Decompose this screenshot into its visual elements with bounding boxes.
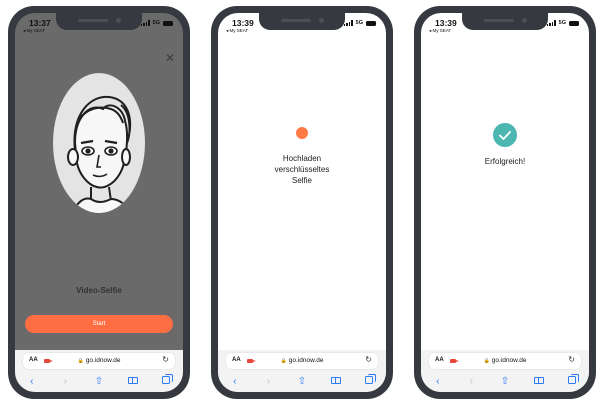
reload-icon[interactable]: ↻	[365, 355, 372, 364]
bookmarks-icon[interactable]	[126, 375, 140, 389]
battery-icon	[366, 20, 376, 26]
browser-toolbar: ‹ › ⇧	[421, 374, 589, 390]
notch	[259, 13, 345, 30]
notch	[56, 13, 142, 30]
face-illustration-icon	[67, 95, 132, 213]
status-right: 5G	[546, 20, 579, 26]
url-label: go.idnow.de	[288, 357, 324, 364]
phone-uploading: 13:39 ◂ My SEAT 5G Hochladen verschlüsse…	[211, 6, 393, 399]
phone-video-selfie: 13:37 ◂ My SEAT 5G ✕ Video-Selfie Start …	[8, 6, 190, 399]
network-label: 5G	[355, 20, 363, 26]
face-oval	[53, 73, 145, 213]
url-label: go.idnow.de	[85, 357, 121, 364]
upload-message: Hochladen verschlüsseltes Selfie	[274, 154, 330, 185]
bookmarks-icon[interactable]	[532, 375, 546, 389]
lock-icon: 🔒	[483, 358, 490, 364]
lock-icon: 🔒	[77, 358, 84, 364]
page-title: Video-Selfie	[76, 286, 122, 295]
network-label: 5G	[558, 20, 566, 26]
tabs-icon[interactable]	[159, 374, 174, 389]
screen: 13:39 ◂ My SEAT 5G Erfolgreich! AA 🔒 go.i…	[421, 13, 589, 392]
reload-icon[interactable]: ↻	[162, 355, 169, 364]
signal-icon	[546, 20, 556, 26]
browser-toolbar: ‹ › ⇧	[15, 374, 183, 390]
url-text: 🔒 go.idnow.de	[226, 357, 378, 364]
forward-icon[interactable]: ›	[58, 375, 72, 389]
status-time: 13:39	[232, 18, 254, 28]
tabs-icon[interactable]	[565, 374, 580, 389]
status-time: 13:37	[29, 18, 51, 28]
browser-toolbar: ‹ › ⇧	[218, 374, 386, 390]
status-time: 13:39	[435, 18, 457, 28]
battery-icon	[569, 20, 579, 26]
status-carrier: ◂ My SEAT	[23, 28, 46, 33]
status-carrier: ◂ My SEAT	[429, 28, 452, 33]
browser-bar: AA 🔒 go.idnow.de ↻ ‹ › ⇧	[421, 350, 589, 392]
success-message: Erfolgreich!	[484, 157, 526, 166]
lock-icon: 🔒	[280, 358, 287, 364]
signal-icon	[343, 20, 353, 26]
checkmark-icon	[493, 123, 517, 147]
notch	[462, 13, 548, 30]
back-icon[interactable]: ‹	[228, 375, 242, 389]
reload-icon[interactable]: ↻	[568, 355, 575, 364]
close-icon[interactable]: ✕	[165, 51, 175, 65]
share-icon[interactable]: ⇧	[92, 375, 106, 389]
loading-indicator-icon	[296, 127, 308, 139]
status-right: 5G	[140, 20, 173, 26]
screen: 13:39 ◂ My SEAT 5G Hochladen verschlüsse…	[218, 13, 386, 392]
signal-icon	[140, 20, 150, 26]
forward-icon[interactable]: ›	[464, 375, 478, 389]
tabs-icon[interactable]	[362, 374, 377, 389]
forward-icon[interactable]: ›	[261, 375, 275, 389]
phone-success: 13:39 ◂ My SEAT 5G Erfolgreich! AA 🔒 go.i…	[414, 6, 596, 399]
share-icon[interactable]: ⇧	[498, 375, 512, 389]
browser-bar: AA 🔒 go.idnow.de ↻ ‹ › ⇧	[15, 350, 183, 392]
back-icon[interactable]: ‹	[431, 375, 445, 389]
status-right: 5G	[343, 20, 376, 26]
browser-bar: AA 🔒 go.idnow.de ↻ ‹ › ⇧	[218, 350, 386, 392]
address-bar[interactable]: AA 🔒 go.idnow.de ↻	[429, 353, 581, 369]
address-bar[interactable]: AA 🔒 go.idnow.de ↻	[226, 353, 378, 369]
screen: 13:37 ◂ My SEAT 5G ✕ Video-Selfie Start …	[15, 13, 183, 392]
network-label: 5G	[152, 20, 160, 26]
url-text: 🔒 go.idnow.de	[429, 357, 581, 364]
back-icon[interactable]: ‹	[25, 375, 39, 389]
address-bar[interactable]: AA 🔒 go.idnow.de ↻	[23, 353, 175, 369]
url-label: go.idnow.de	[491, 357, 527, 364]
battery-icon	[163, 20, 173, 26]
status-carrier: ◂ My SEAT	[226, 28, 249, 33]
url-text: 🔒 go.idnow.de	[23, 357, 175, 364]
start-button[interactable]: Start	[25, 315, 173, 333]
bookmarks-icon[interactable]	[329, 375, 343, 389]
share-icon[interactable]: ⇧	[295, 375, 309, 389]
